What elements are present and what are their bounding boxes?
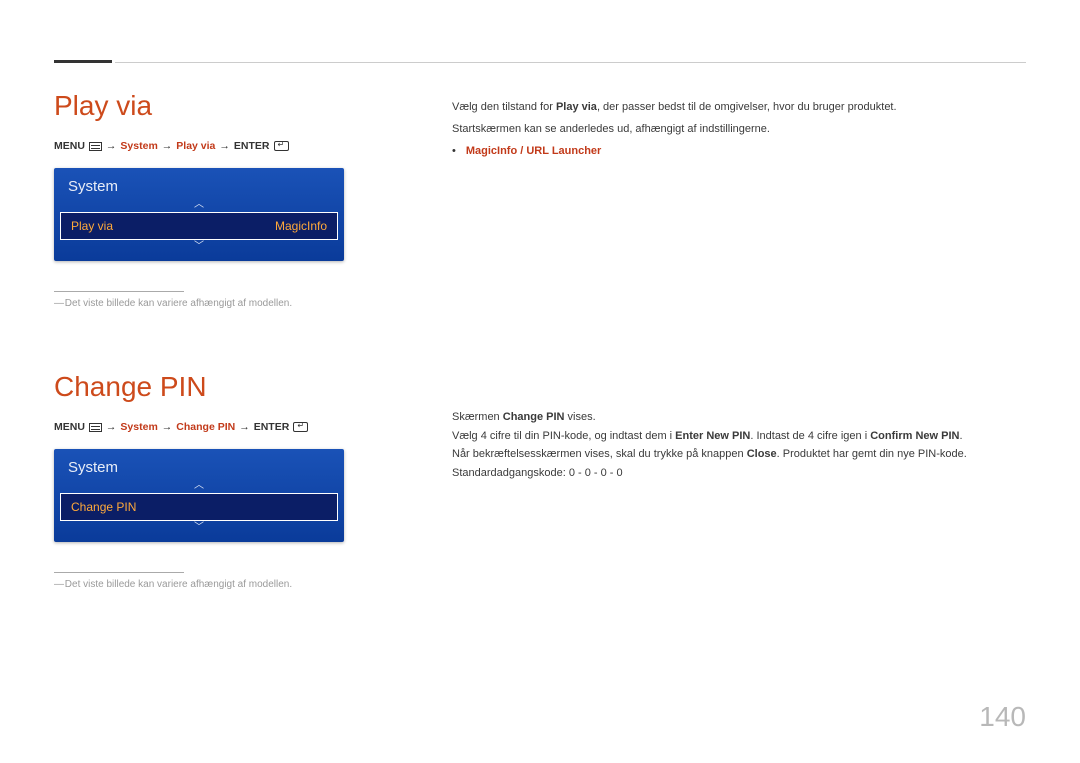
chevron-down-icon: ﹀ [54,243,344,251]
bullet-text: MagicInfo / URL Launcher [466,142,601,161]
menu-icon [89,142,102,151]
text: . Indtast de 4 cifre igen i [750,430,870,442]
footnote-rule [54,572,184,573]
text: . [959,430,962,442]
enter-icon [293,422,308,432]
chevron-down-icon: ﹀ [54,524,344,532]
section1-footnote: Det viste billede kan variere afhængigt … [54,298,414,309]
page-number: 140 [979,701,1026,733]
menu-icon [89,423,102,432]
text: Vælg den tilstand for [452,101,556,113]
text: , der passer bedst til de omgivelser, hv… [597,101,897,113]
enter-label: ENTER [234,140,270,152]
header-thick-rule [54,60,112,63]
header-thin-rule [115,62,1026,63]
desc2-line2: Vælg 4 cifre til din PIN-kode, og indtas… [452,427,1012,446]
text: vises. [564,411,595,423]
arrow: → [239,421,250,433]
bold-text: Close [747,448,777,460]
osd-item-change-pin: Change PIN [60,493,338,521]
osd-item-play-via: Play via MagicInfo [60,212,338,240]
section2-menu-path: MENU → System → Change PIN → ENTER [54,421,414,433]
path-system: System [120,140,157,152]
desc-line1: Vælg den tilstand for Play via, der pass… [452,98,1012,117]
osd-item-label: Play via [71,219,113,233]
section1-osd-panel: System ︿ Play via MagicInfo ﹀ [54,168,344,261]
text: Vælg 4 cifre til din PIN-kode, og indtas… [452,430,675,442]
enter-icon [274,141,289,151]
osd-item-value: MagicInfo [275,219,327,233]
text: . Produktet har gemt din nye PIN-kode. [777,448,967,460]
bold-text: Confirm New PIN [870,430,959,442]
section1-menu-path: MENU → System → Play via → ENTER [54,140,414,152]
panel-header: System [54,176,344,201]
section2-footnote: Det viste billede kan variere afhængigt … [54,579,414,590]
arrow: → [219,140,230,152]
bullet-item: • MagicInfo / URL Launcher [452,142,1012,161]
chevron-up-icon: ︿ [54,482,344,490]
section2-title: Change PIN [54,371,414,403]
section2-description: Skærmen Change PIN vises. Vælg 4 cifre t… [452,408,1012,483]
section1-description: Vælg den tilstand for Play via, der pass… [452,98,1012,161]
path-system: System [120,421,157,433]
bullet-dot: • [452,142,456,161]
desc2-line1: Skærmen Change PIN vises. [452,408,1012,427]
menu-label: MENU [54,421,85,433]
section2-osd-panel: System ︿ Change PIN ﹀ [54,449,344,542]
text: Skærmen [452,411,503,423]
path-item: Change PIN [176,421,235,433]
enter-label: ENTER [254,421,290,433]
arrow: → [106,140,117,152]
panel-header: System [54,457,344,482]
osd-item-label: Change PIN [71,500,136,514]
arrow: → [162,140,173,152]
default-pin-note: Standardadgangskode: 0 - 0 - 0 - 0 [452,464,1012,483]
section1-title: Play via [54,90,414,122]
desc-line2: Startskærmen kan se anderledes ud, afhæn… [452,120,1012,139]
desc2-line3: Når bekræftelsesskærmen vises, skal du t… [452,445,1012,464]
bold-text: Play via [556,101,597,113]
arrow: → [162,421,173,433]
text: Når bekræftelsesskærmen vises, skal du t… [452,448,747,460]
arrow: → [106,421,117,433]
menu-label: MENU [54,140,85,152]
bold-text: Change PIN [503,411,565,423]
path-item: Play via [176,140,215,152]
chevron-up-icon: ︿ [54,201,344,209]
bold-text: Enter New PIN [675,430,750,442]
footnote-rule [54,291,184,292]
left-column: Play via MENU → System → Play via → ENTE… [54,90,414,590]
